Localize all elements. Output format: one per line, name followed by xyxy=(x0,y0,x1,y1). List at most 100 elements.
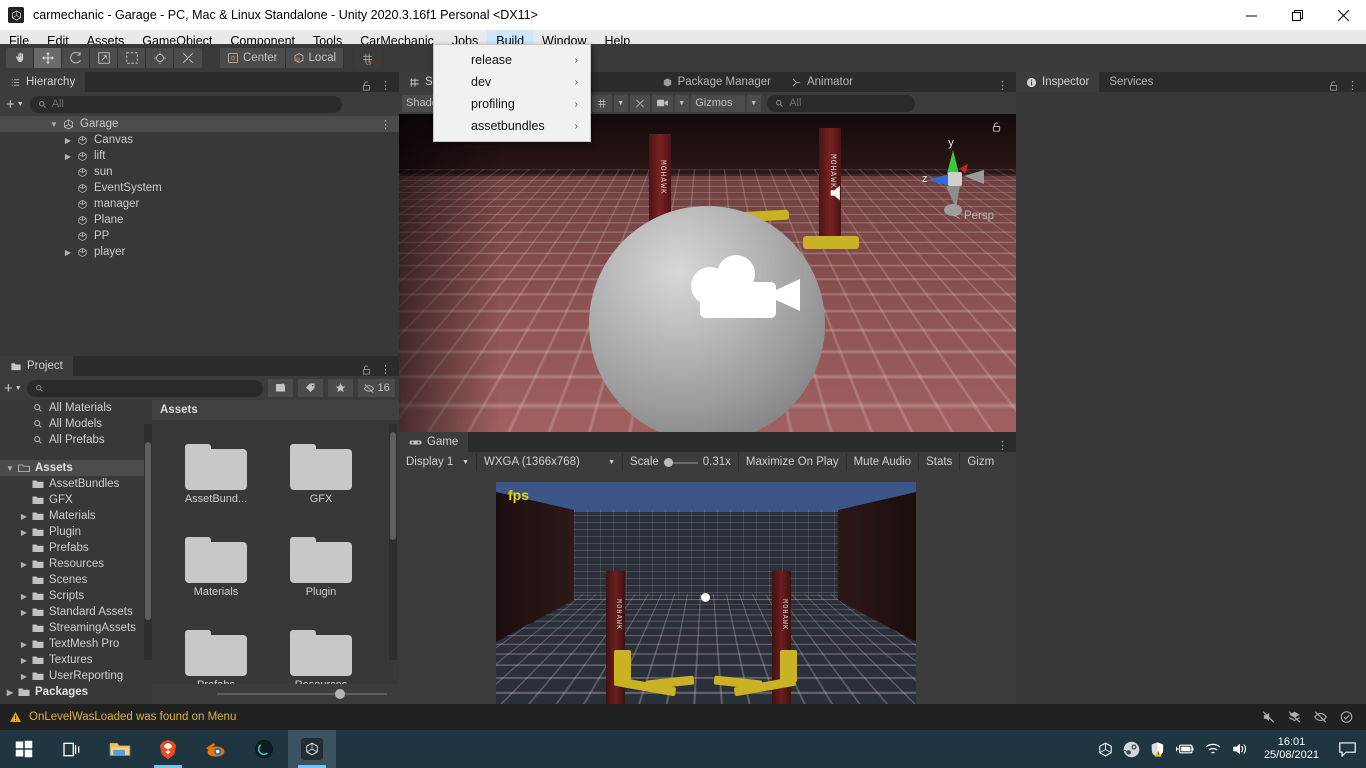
rect-tool-button[interactable] xyxy=(118,48,146,68)
project-tree-item-assets[interactable]: ▼ Assets xyxy=(0,460,152,476)
build-menu-release[interactable]: release › xyxy=(434,49,590,71)
hierarchy-item-player[interactable]: ▶ player xyxy=(0,244,399,260)
notification-icon[interactable] xyxy=(1334,730,1360,768)
project-tree-item-all-prefabs[interactable]: All Prefabs xyxy=(0,432,152,448)
chevron-right-icon[interactable]: ▶ xyxy=(18,656,30,665)
hierarchy-add-button[interactable]: + ▼ xyxy=(6,96,24,113)
tab-hierarchy[interactable]: Hierarchy xyxy=(0,72,86,92)
chevron-right-icon[interactable]: ▶ xyxy=(18,560,30,569)
hierarchy-item-manager[interactable]: manager xyxy=(0,196,399,212)
layers-gizmo-icon[interactable] xyxy=(1282,706,1306,728)
minimize-button[interactable] xyxy=(1228,0,1274,30)
project-menu-icon[interactable]: ⋮ xyxy=(380,363,391,376)
project-tree-item-streamingassets[interactable]: StreamingAssets xyxy=(0,620,152,636)
tab-package-manager[interactable]: Package Manager xyxy=(651,72,781,92)
project-tree-scrollbar[interactable] xyxy=(144,424,152,660)
tab-game[interactable]: Game xyxy=(399,432,469,452)
maximize-on-play-toggle[interactable]: Maximize On Play xyxy=(739,453,847,471)
chevron-right-icon[interactable]: ▶ xyxy=(62,136,74,145)
project-search-input[interactable] xyxy=(26,379,263,397)
game-viewport[interactable]: MOHAWK MOHAWK fps xyxy=(496,482,916,704)
scene-gizmo-lock-icon[interactable] xyxy=(991,121,1002,133)
start-button[interactable] xyxy=(0,730,48,768)
hierarchy-item-sun[interactable]: sun xyxy=(0,164,399,180)
hierarchy-item-eventsystem[interactable]: EventSystem xyxy=(0,180,399,196)
project-tree-item-textmesh-pro[interactable]: ▶ TextMesh Pro xyxy=(0,636,152,652)
unity-status-bar[interactable]: OnLevelWasLoaded was found on Menu xyxy=(0,704,1366,730)
scene-search-input[interactable]: All xyxy=(767,94,916,112)
unity-hub-button[interactable] xyxy=(240,730,288,768)
defender-tray-icon[interactable] xyxy=(1149,741,1166,758)
transform-tool-button[interactable] xyxy=(146,48,174,68)
tab-project[interactable]: Project xyxy=(0,356,73,376)
wifi-tray-icon[interactable] xyxy=(1204,742,1222,757)
resolution-dropdown[interactable]: WXGA (1366x768) ▼ xyxy=(477,453,623,471)
display-dropdown[interactable]: Display 1 ▼ xyxy=(399,453,477,471)
favorite-filter-button[interactable] xyxy=(328,379,354,397)
chevron-right-icon[interactable]: ▶ xyxy=(62,152,74,161)
project-tree-item-userreporting[interactable]: ▶ UserReporting xyxy=(0,668,152,684)
pivot-mode-button[interactable]: Center xyxy=(220,48,286,68)
scene-grid-dropdown[interactable]: ▼ xyxy=(614,94,629,112)
chevron-right-icon[interactable]: ▶ xyxy=(18,672,30,681)
lock-icon[interactable] xyxy=(361,80,372,92)
project-tree-item-scenes[interactable]: Scenes xyxy=(0,572,152,588)
stats-toggle[interactable]: Stats xyxy=(919,453,961,471)
label-filter-button[interactable] xyxy=(297,379,324,397)
chevron-down-icon[interactable]: ▼ xyxy=(48,120,60,129)
project-tree-item-all-materials[interactable]: All Materials xyxy=(0,400,152,416)
project-tree-item-packages[interactable]: ▶ Packages xyxy=(0,684,152,700)
status-message-container[interactable]: OnLevelWasLoaded was found on Menu xyxy=(0,711,236,723)
project-tree-item-all-models[interactable]: All Models xyxy=(0,416,152,432)
scale-knob[interactable] xyxy=(663,457,673,467)
file-explorer-button[interactable] xyxy=(96,730,144,768)
game-gizmos-toggle[interactable]: Gizm xyxy=(960,453,1001,471)
chevron-right-icon[interactable]: ▶ xyxy=(18,640,30,649)
game-menu-icon[interactable]: ⋮ xyxy=(997,439,1008,452)
unity-tray-icon[interactable] xyxy=(1097,741,1114,758)
move-tool-button[interactable] xyxy=(34,48,62,68)
scene-projection-label[interactable]: ≺ Persp xyxy=(952,210,994,222)
hierarchy-item-lift[interactable]: ▶ lift xyxy=(0,148,399,164)
gizmos-toggle-button[interactable]: Gizmos xyxy=(691,94,746,112)
scale-tool-button[interactable] xyxy=(90,48,118,68)
project-tree-item-scripts[interactable]: ▶ Scripts xyxy=(0,588,152,604)
scale-slider[interactable]: Scale 0.31x xyxy=(623,453,739,471)
inspector-menu-icon[interactable]: ⋮ xyxy=(1347,79,1358,92)
unity-editor-button[interactable] xyxy=(288,730,336,768)
rotation-mode-button[interactable]: Local xyxy=(285,48,345,68)
hierarchy-item-pp[interactable]: PP xyxy=(0,228,399,244)
scene-grid-button[interactable] xyxy=(592,94,613,112)
project-zoom-slider[interactable] xyxy=(152,684,399,704)
project-tree-item-resources[interactable]: ▶ Resources xyxy=(0,556,152,572)
asset-filter-button[interactable] xyxy=(267,379,293,397)
lock-icon[interactable] xyxy=(1328,80,1339,92)
mute-audio-toggle[interactable]: Mute Audio xyxy=(847,453,920,471)
asset-grid-scrollbar[interactable] xyxy=(389,424,397,660)
project-tree-item-textures[interactable]: ▶ Textures xyxy=(0,652,152,668)
project-add-button[interactable]: + ▼ xyxy=(4,380,22,397)
build-menu-dev[interactable]: dev › xyxy=(434,71,590,93)
scene-camera-dropdown[interactable]: ▼ xyxy=(675,94,690,112)
blender-button[interactable] xyxy=(192,730,240,768)
chevron-right-icon[interactable]: ▶ xyxy=(62,248,74,257)
scene-viewport[interactable]: MOHAWK MOHAWK y z ≺ Persp xyxy=(399,114,1016,432)
check-circle-icon[interactable] xyxy=(1334,706,1358,728)
build-menu-profiling[interactable]: profiling › xyxy=(434,93,590,115)
chevron-right-icon[interactable]: ▶ xyxy=(18,608,30,617)
slider-knob[interactable] xyxy=(335,689,345,699)
task-view-button[interactable] xyxy=(48,730,96,768)
custom-tool-button[interactable] xyxy=(174,48,202,68)
hierarchy-search-input[interactable]: All xyxy=(29,95,342,113)
project-tree-item-prefabs[interactable]: Prefabs xyxy=(0,540,152,556)
rotate-tool-button[interactable] xyxy=(62,48,90,68)
maximize-button[interactable] xyxy=(1274,0,1320,30)
lock-icon[interactable] xyxy=(361,364,372,376)
scene-camera-button[interactable] xyxy=(652,94,674,112)
battery-tray-icon[interactable] xyxy=(1175,742,1195,756)
build-menu-assetbundles[interactable]: assetbundles › xyxy=(434,115,590,137)
tab-animator[interactable]: Animator xyxy=(780,72,863,92)
tab-inspector[interactable]: Inspector xyxy=(1016,72,1100,92)
hierarchy-item-canvas[interactable]: ▶ Canvas xyxy=(0,132,399,148)
hierarchy-item-garage[interactable]: ▼ Garage ⋮ xyxy=(0,116,399,132)
